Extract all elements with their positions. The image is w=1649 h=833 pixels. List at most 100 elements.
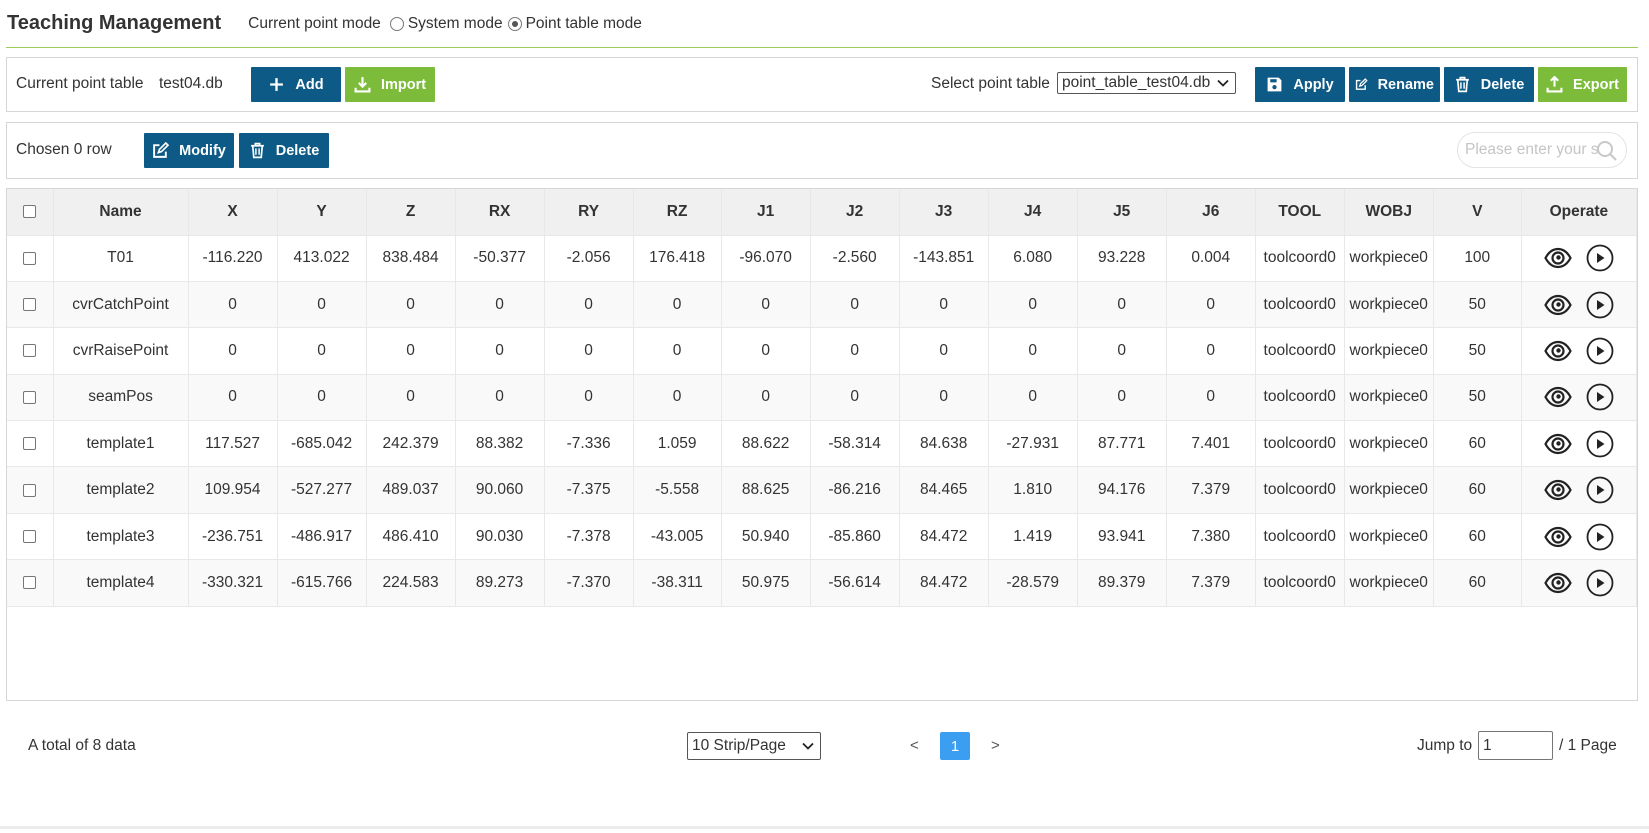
page-number-button[interactable]: 1 xyxy=(940,732,970,760)
table-row[interactable]: template2 109.954 -527.277 489.037 90.060 -7.… xyxy=(7,466,1638,514)
play-icon[interactable] xyxy=(1585,522,1615,552)
table-cell: -116.220 xyxy=(188,235,278,282)
eye-icon[interactable] xyxy=(1543,243,1573,273)
table-cell: template1 xyxy=(53,420,189,468)
row-checkbox[interactable] xyxy=(23,390,37,404)
system-mode-radio[interactable]: System mode xyxy=(389,14,503,33)
table-cell: 0 xyxy=(455,374,545,422)
jump-to-label: Jump to xyxy=(1417,737,1473,754)
eye-icon[interactable] xyxy=(1543,290,1573,320)
play-icon[interactable] xyxy=(1585,475,1615,505)
table-cell: 0 xyxy=(899,281,989,329)
table-cell: 0 xyxy=(899,327,989,375)
table-cell: 0 xyxy=(988,281,1078,329)
table-cell: 176.418 xyxy=(633,235,722,282)
table-header-row: Name X Y Z RX RY RZ J1 J2 J3 J4 J5 J6 TOOL WOBJ V Operat… xyxy=(7,189,1638,236)
delete-table-button[interactable]: Delete xyxy=(1444,67,1534,102)
eye-icon[interactable] xyxy=(1543,382,1573,412)
table-cell: toolcoord0 xyxy=(1255,420,1345,468)
table-cell: workpiece0 xyxy=(1344,420,1434,468)
row-select-cell xyxy=(7,281,54,329)
table-cell: toolcoord0 xyxy=(1255,374,1345,422)
play-icon[interactable] xyxy=(1585,429,1615,459)
table-cell: 89.379 xyxy=(1077,559,1167,607)
rename-button[interactable]: Rename xyxy=(1349,67,1440,102)
table-row[interactable]: cvrCatchPoint 0 0 0 0 0 0 0 0 0 0 0 0 toolcoord0 workp… xyxy=(7,281,1638,329)
table-cell: 89.273 xyxy=(455,559,545,607)
column-header: J3 xyxy=(899,189,989,236)
eye-icon[interactable] xyxy=(1543,429,1573,459)
table-cell: -5.558 xyxy=(633,466,722,514)
modify-button[interactable]: Modify xyxy=(144,133,234,168)
column-header: J1 xyxy=(721,189,811,236)
search-icon[interactable] xyxy=(1596,140,1618,162)
table-cell: -236.751 xyxy=(188,513,278,561)
jump-page-input[interactable]: 1 xyxy=(1478,731,1553,760)
row-checkbox[interactable] xyxy=(23,344,37,358)
export-button-label: Export xyxy=(1573,76,1619,93)
table-cell: 0 xyxy=(810,327,900,375)
eye-icon[interactable] xyxy=(1543,475,1573,505)
delete-rows-button[interactable]: Delete xyxy=(239,133,329,168)
point-table-select[interactable]: point_table_test04.db xyxy=(1057,72,1236,94)
row-checkbox[interactable] xyxy=(23,529,37,543)
import-button-label: Import xyxy=(380,76,427,93)
operate-cell xyxy=(1521,327,1638,375)
row-checkbox[interactable] xyxy=(23,437,37,451)
table-cell: -330.321 xyxy=(188,559,278,607)
eye-icon[interactable] xyxy=(1543,336,1573,366)
table-cell: 94.176 xyxy=(1077,466,1167,514)
table-cell: 1.059 xyxy=(633,420,722,468)
table-cell: -685.042 xyxy=(277,420,367,468)
select-all-checkbox[interactable] xyxy=(23,205,37,219)
column-header: Y xyxy=(277,189,367,236)
next-page-button[interactable]: > xyxy=(991,737,1000,754)
play-icon[interactable] xyxy=(1585,243,1615,273)
radio-unchecked-icon[interactable] xyxy=(389,16,404,31)
page-title: Teaching Management xyxy=(7,12,222,34)
radio-checked-icon[interactable] xyxy=(507,16,522,31)
row-checkbox[interactable] xyxy=(23,251,37,265)
row-checkbox[interactable] xyxy=(23,576,37,590)
table-row[interactable]: cvrRaisePoint 0 0 0 0 0 0 0 0 0 0 0 0 toolcoord0 workp… xyxy=(7,327,1638,375)
play-icon[interactable] xyxy=(1585,290,1615,320)
row-checkbox[interactable] xyxy=(23,483,37,497)
table-row[interactable]: seamPos 0 0 0 0 0 0 0 0 0 0 0 0 toolcoord0 workpiece0 5… xyxy=(7,374,1638,422)
add-button[interactable]: Add xyxy=(251,67,341,102)
row-checkbox[interactable] xyxy=(23,297,37,311)
table-cell: 60 xyxy=(1433,513,1522,561)
table-cell: 0 xyxy=(544,327,634,375)
export-button[interactable]: Export xyxy=(1538,67,1627,102)
play-icon[interactable] xyxy=(1585,568,1615,598)
table-row[interactable]: template1 117.527 -685.042 242.379 88.382 -7.… xyxy=(7,420,1638,468)
table-cell: workpiece0 xyxy=(1344,281,1434,329)
table-cell: 100 xyxy=(1433,235,1522,282)
system-mode-label: System mode xyxy=(407,14,503,32)
table-cell: 0 xyxy=(633,281,722,329)
table-cell: 0 xyxy=(544,374,634,422)
import-button[interactable]: Import xyxy=(345,67,435,102)
row-select-cell xyxy=(7,559,54,607)
page-size-select[interactable]: 10 Strip/Page xyxy=(687,732,821,760)
point-table-mode-radio[interactable]: Point table mode xyxy=(507,14,642,33)
play-icon[interactable] xyxy=(1585,382,1615,412)
table-row[interactable]: template3 -236.751 -486.917 486.410 90.030 -7… xyxy=(7,513,1638,561)
prev-page-button[interactable]: < xyxy=(910,737,919,754)
table-cell: 60 xyxy=(1433,559,1522,607)
point-table-mode-label: Point table mode xyxy=(525,14,642,32)
table-cell: 87.771 xyxy=(1077,420,1167,468)
modify-button-label: Modify xyxy=(179,142,226,159)
table-row[interactable]: T01 -116.220 413.022 838.484 -50.377 -2.056 17… xyxy=(7,235,1638,282)
table-cell: 7.379 xyxy=(1166,466,1256,514)
page-total-label: / 1 Page xyxy=(1559,737,1617,754)
eye-icon[interactable] xyxy=(1543,522,1573,552)
play-icon[interactable] xyxy=(1585,336,1615,366)
apply-button[interactable]: Apply xyxy=(1255,67,1345,102)
table-cell: T01 xyxy=(53,235,189,282)
table-cell: 486.410 xyxy=(366,513,456,561)
search-input[interactable]: Please enter your s xyxy=(1457,132,1627,168)
page-size-value: 10 Strip/Page xyxy=(692,737,786,754)
row-select-cell xyxy=(7,374,54,422)
eye-icon[interactable] xyxy=(1543,568,1573,598)
table-row[interactable]: template4 -330.321 -615.766 224.583 89.273 -7… xyxy=(7,559,1638,607)
